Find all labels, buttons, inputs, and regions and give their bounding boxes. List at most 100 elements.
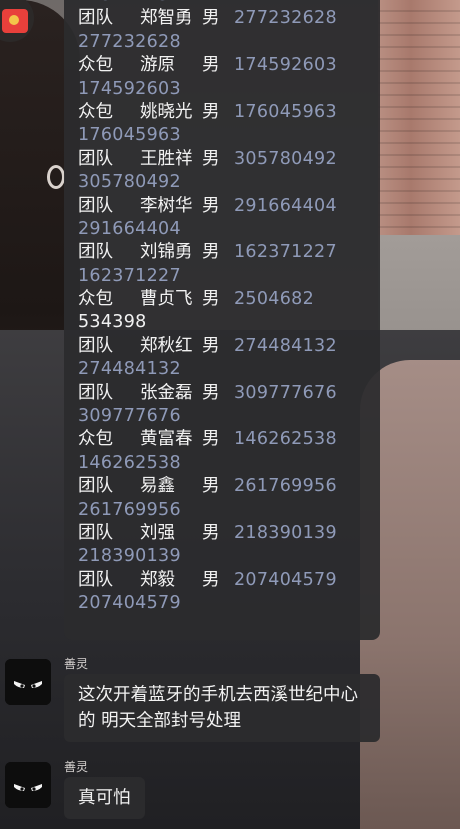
phone-number: 279271252 bbox=[78, 0, 181, 5]
person-name: 游原 bbox=[140, 55, 175, 76]
phone-number: 291664404 bbox=[78, 218, 181, 239]
group-label: 团队 bbox=[78, 335, 113, 356]
phone-number: 309777676 bbox=[234, 382, 337, 403]
phone-number: 274484132 bbox=[78, 359, 181, 380]
group-label: 团队 bbox=[78, 569, 113, 590]
phone-number: 146262538 bbox=[234, 429, 337, 450]
list-item-continuation: 277232628 bbox=[78, 31, 378, 54]
group-label: 众包 bbox=[78, 101, 113, 122]
gender: 男 bbox=[202, 195, 220, 216]
list-item-continuation: 146262538 bbox=[78, 452, 378, 475]
roster-list: 279271252 团队郑智勇男277232628277232628众包游原男1… bbox=[78, 0, 378, 616]
phone-number: 305780492 bbox=[234, 148, 337, 169]
person-name: 曹贞飞 bbox=[140, 289, 193, 310]
list-item: 团队 张金磊男 309777676 bbox=[78, 382, 378, 405]
list-item: 团队 郑秋红男 274484132 bbox=[78, 335, 378, 358]
message-bubble[interactable]: 这次开着蓝牙的手机去西溪世纪中心的 明天全部封号处理 bbox=[64, 674, 380, 742]
list-item-continuation: 218390139 bbox=[78, 545, 378, 568]
red-envelope-icon bbox=[2, 9, 28, 33]
list-item: 团队 郑智勇男 277232628 bbox=[78, 7, 378, 30]
phone-number: 277232628 bbox=[78, 31, 181, 52]
list-item: 众包 曹贞飞男 2504682 bbox=[78, 288, 378, 311]
gender: 男 bbox=[202, 8, 220, 29]
gender: 男 bbox=[202, 382, 220, 403]
sender-name: 善灵 bbox=[64, 760, 89, 774]
gender: 男 bbox=[202, 429, 220, 450]
person-name: 姚晓光 bbox=[140, 101, 193, 122]
person-name: 刘锦勇 bbox=[140, 242, 193, 263]
phone-number: 218390139 bbox=[78, 546, 181, 567]
gender: 男 bbox=[202, 55, 220, 76]
phone-number: 162371227 bbox=[78, 265, 181, 286]
person-name: 易鑫 bbox=[140, 476, 175, 497]
person-name: 李树华 bbox=[140, 195, 193, 216]
group-label: 众包 bbox=[78, 289, 113, 310]
list-item-continuation: 274484132 bbox=[78, 358, 378, 381]
gender: 男 bbox=[202, 569, 220, 590]
phone-number: 162371227 bbox=[234, 242, 337, 263]
phone-number: 2504682 bbox=[234, 289, 315, 310]
phone-number: 534398 bbox=[78, 312, 147, 333]
group-label: 团队 bbox=[78, 8, 113, 29]
angry-eyes-avatar-icon bbox=[5, 659, 51, 705]
group-label: 团队 bbox=[78, 242, 113, 263]
phone-number: 277232628 bbox=[234, 8, 337, 29]
phone-number: 176045963 bbox=[234, 101, 337, 122]
message-text: 真可怕 bbox=[78, 788, 131, 808]
gender: 男 bbox=[202, 476, 220, 497]
list-item-continuation: 174592603 bbox=[78, 78, 378, 101]
avatar[interactable] bbox=[5, 762, 51, 808]
phone-number: 176045963 bbox=[78, 125, 181, 146]
phone-number: 146262538 bbox=[78, 452, 181, 473]
list-item: 众包 游原 男 174592603 bbox=[78, 54, 378, 77]
group-label: 团队 bbox=[78, 522, 113, 543]
person-name: 张金磊 bbox=[140, 382, 193, 403]
list-item: 团队 李树华男 291664404 bbox=[78, 195, 378, 218]
phone-number: 207404579 bbox=[78, 593, 181, 614]
list-item: 团队 刘强 男 218390139 bbox=[78, 522, 378, 545]
group-label: 团队 bbox=[78, 476, 113, 497]
gender: 男 bbox=[202, 101, 220, 122]
list-item: 279271252 bbox=[78, 0, 378, 7]
gender: 男 bbox=[202, 335, 220, 356]
list-item-continuation: 261769956 bbox=[78, 499, 378, 522]
list-item-continuation: 207404579 bbox=[78, 592, 378, 615]
list-item-continuation: 162371227 bbox=[78, 265, 378, 288]
angry-eyes-avatar-icon bbox=[5, 762, 51, 808]
phone-number: 291664404 bbox=[234, 195, 337, 216]
group-label: 团队 bbox=[78, 382, 113, 403]
list-item-continuation: 534398 bbox=[78, 311, 378, 334]
person-name: 刘强 bbox=[140, 522, 175, 543]
phone-number: 274484132 bbox=[234, 335, 337, 356]
avatar[interactable] bbox=[5, 659, 51, 705]
person-name: 郑毅 bbox=[140, 569, 175, 590]
phone-number: 305780492 bbox=[78, 172, 181, 193]
roster-message-bubble[interactable]: 279271252 团队郑智勇男277232628277232628众包游原男1… bbox=[64, 0, 380, 640]
phone-number: 207404579 bbox=[234, 569, 337, 590]
phone-number: 309777676 bbox=[78, 406, 181, 427]
person-name: 郑秋红 bbox=[140, 335, 193, 356]
list-item-continuation: 176045963 bbox=[78, 124, 378, 147]
message-text: 这次开着蓝牙的手机去西溪世纪中心的 明天全部封号处理 bbox=[78, 685, 358, 731]
group-label: 团队 bbox=[78, 148, 113, 169]
gender: 男 bbox=[202, 242, 220, 263]
list-item-continuation: 305780492 bbox=[78, 171, 378, 194]
list-item-continuation: 309777676 bbox=[78, 405, 378, 428]
person-name: 郑智勇 bbox=[140, 8, 193, 29]
list-item: 团队 易鑫 男 261769956 bbox=[78, 475, 378, 498]
group-label: 团队 bbox=[78, 195, 113, 216]
message-bubble[interactable]: 真可怕 bbox=[64, 777, 145, 819]
list-item: 团队 刘锦勇男 162371227 bbox=[78, 241, 378, 264]
person-name: 王胜祥 bbox=[140, 148, 193, 169]
sender-name: 善灵 bbox=[64, 657, 89, 671]
phone-number: 218390139 bbox=[234, 522, 337, 543]
group-label: 众包 bbox=[78, 55, 113, 76]
list-item: 团队 王胜祥男 305780492 bbox=[78, 148, 378, 171]
person-name: 黄富春 bbox=[140, 429, 193, 450]
gender: 男 bbox=[202, 522, 220, 543]
group-label: 众包 bbox=[78, 429, 113, 450]
phone-number: 174592603 bbox=[78, 78, 181, 99]
list-item: 团队 郑毅 男 207404579 bbox=[78, 569, 378, 592]
list-item: 众包 姚晓光男 176045963 bbox=[78, 101, 378, 124]
phone-number: 261769956 bbox=[78, 499, 181, 520]
